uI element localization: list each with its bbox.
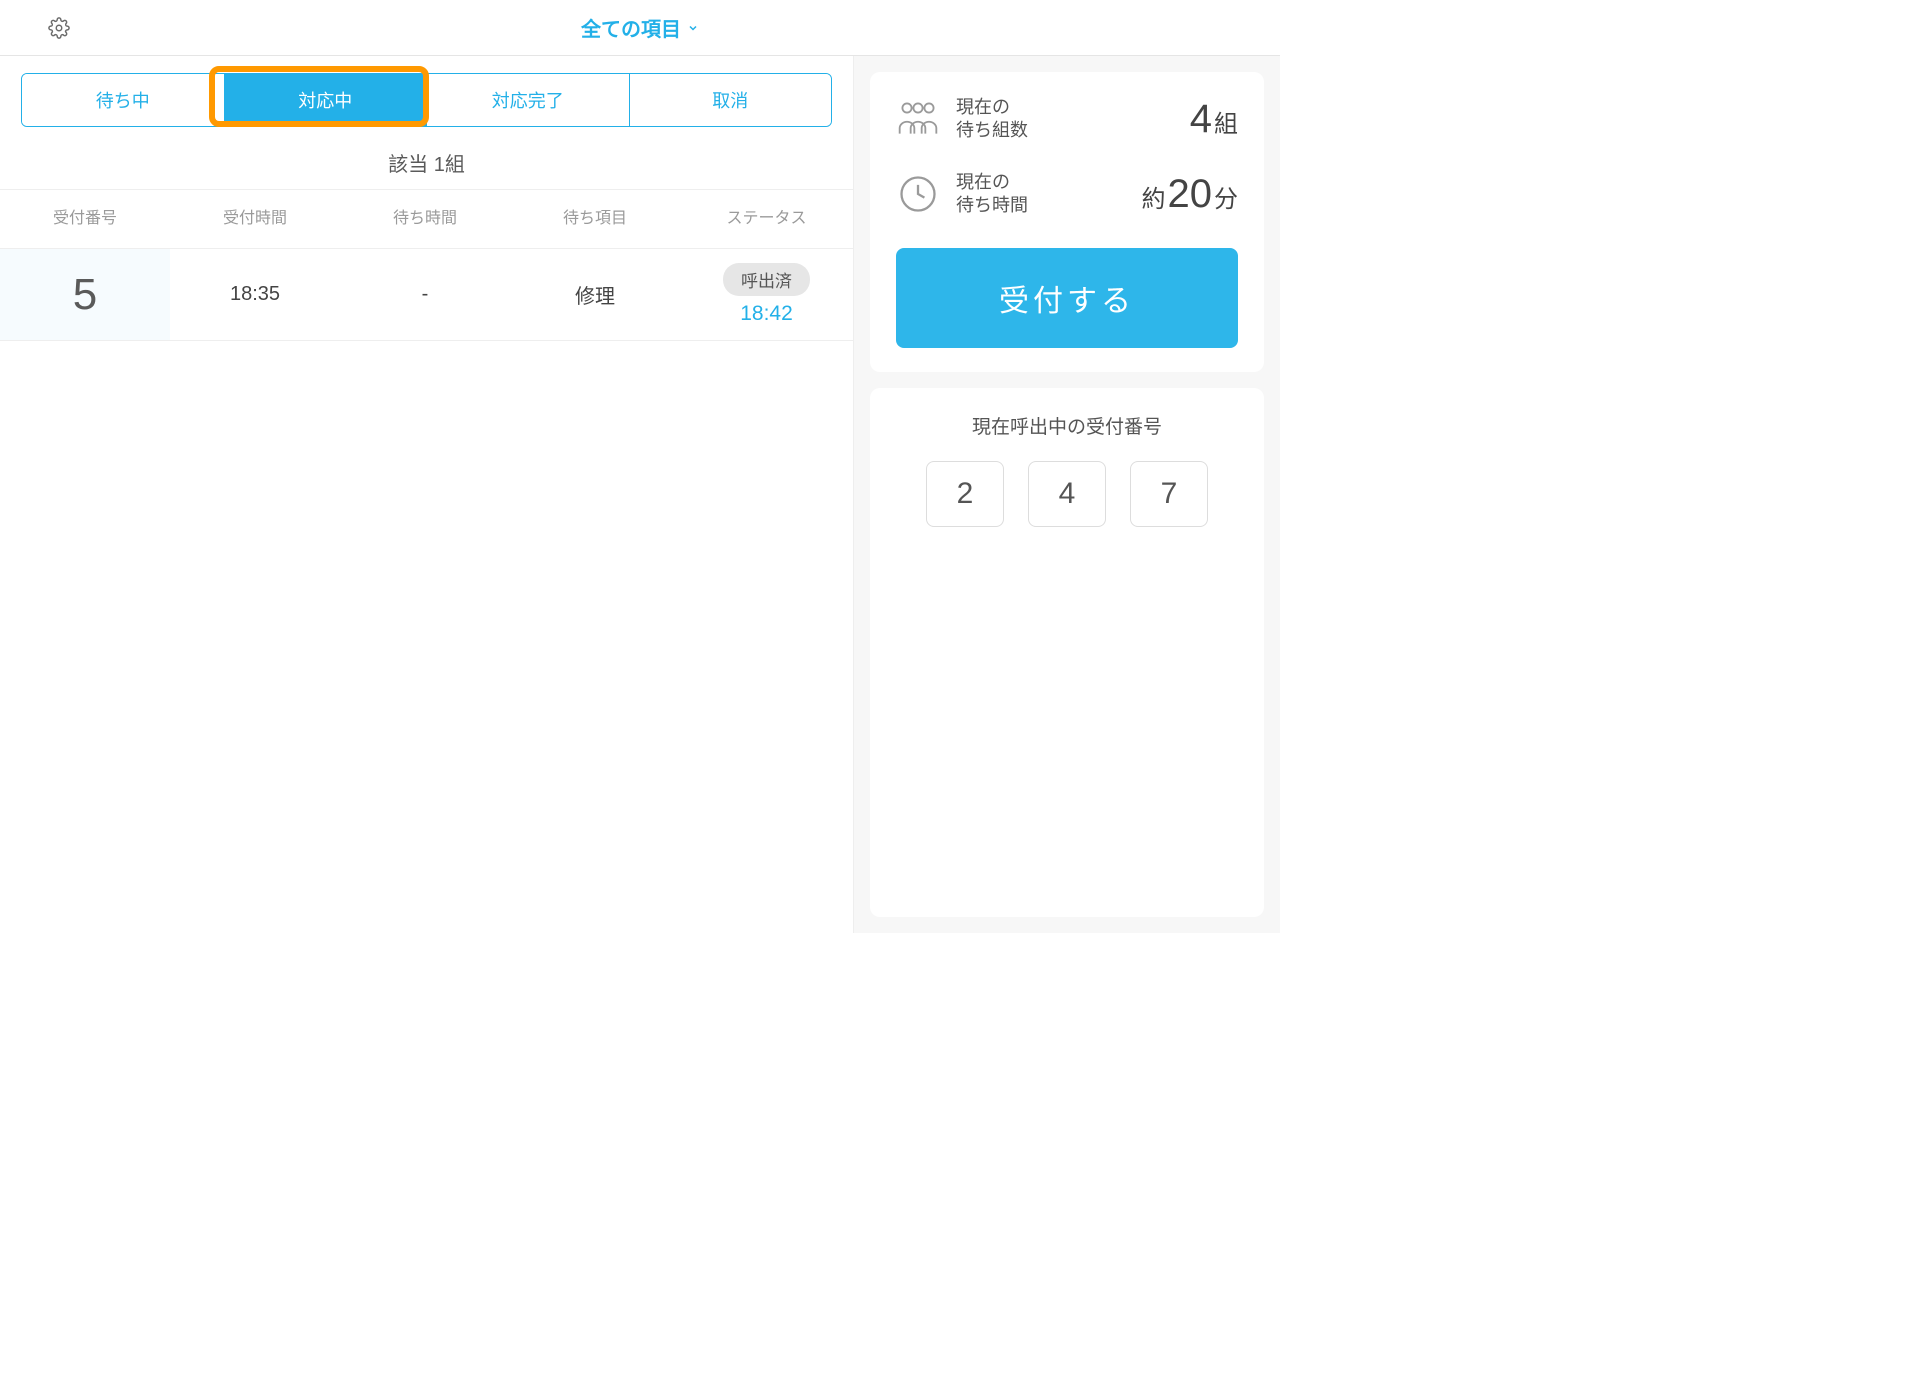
calling-card: 現在呼出中の受付番号 2 4 7 [870,388,1264,917]
result-count: 該当 1組 [0,127,853,190]
status-badge: 呼出済 [723,263,810,296]
gear-icon[interactable] [48,17,70,39]
calling-number[interactable]: 7 [1130,461,1208,527]
cell-item: 修理 [510,280,680,309]
calling-title: 現在呼出中の受付番号 [896,412,1238,439]
chevron-down-icon [687,22,699,34]
col-status: ステータス [680,204,853,228]
cell-receive: 18:35 [170,283,340,306]
people-icon [896,97,940,141]
wait-groups-value: 4 組 [1188,97,1238,142]
cell-status: 呼出済 18:42 [680,263,853,326]
wait-time-value: 約 20 分 [1142,172,1239,217]
accept-button[interactable]: 受付する [896,248,1238,348]
col-number: 受付番号 [0,204,170,228]
main-panel: 待ち中 対応中 対応完了 取消 該当 1組 受付番号 受付時間 待ち時間 待ち項… [0,56,854,933]
stats-card: 現在の 待ち組数 4 組 現在の 待ち時間 [870,72,1264,372]
calling-numbers: 2 4 7 [896,461,1238,527]
tab-cancel[interactable]: 取消 [630,74,832,126]
cell-number: 5 [0,249,170,340]
wait-groups-label: 現在の 待ち組数 [956,96,1172,143]
filter-dropdown[interactable]: 全ての項目 [581,13,699,42]
tab-done[interactable]: 対応完了 [427,74,630,126]
col-wait: 待ち時間 [340,204,510,228]
status-time: 18:42 [740,302,793,326]
wait-groups-row: 現在の 待ち組数 4 組 [896,96,1238,143]
table-row[interactable]: 5 18:35 - 修理 呼出済 18:42 [0,249,853,341]
cell-wait: - [340,283,510,306]
topbar: 全ての項目 [0,0,1280,56]
calling-number[interactable]: 2 [926,461,1004,527]
col-item: 待ち項目 [510,204,680,228]
calling-number[interactable]: 4 [1028,461,1106,527]
side-panel: 現在の 待ち組数 4 組 現在の 待ち時間 [854,56,1280,933]
col-receive: 受付時間 [170,204,340,228]
clock-icon [896,172,940,216]
table-header: 受付番号 受付時間 待ち時間 待ち項目 ステータス [0,190,853,249]
wait-time-label: 現在の 待ち時間 [956,171,1126,218]
wait-time-row: 現在の 待ち時間 約 20 分 [896,171,1238,218]
tab-inprogress[interactable]: 対応中 [225,74,428,126]
status-tabs: 待ち中 対応中 対応完了 取消 [21,73,832,127]
tab-waiting[interactable]: 待ち中 [22,74,225,126]
filter-label: 全ての項目 [581,13,681,42]
